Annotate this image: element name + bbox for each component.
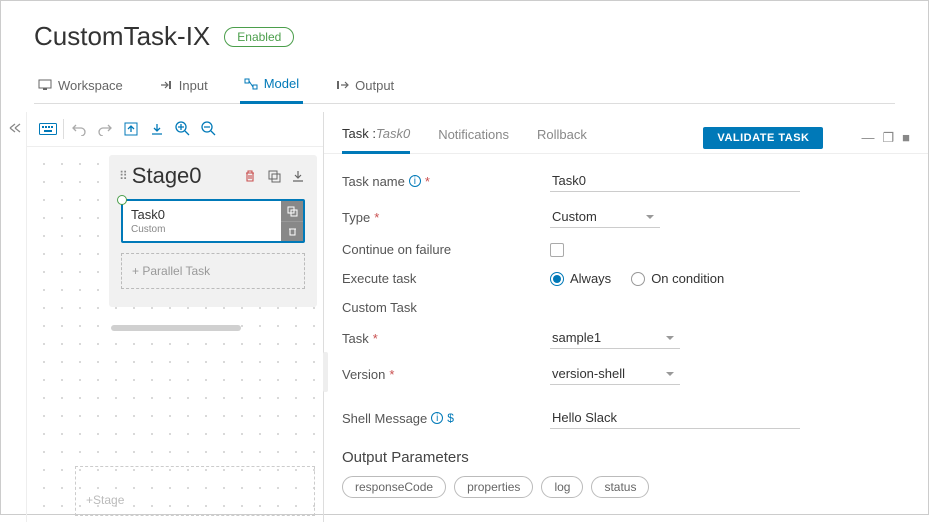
collapse-sidebar-button[interactable] bbox=[1, 112, 27, 522]
task-name-label: Task name bbox=[342, 174, 405, 189]
page-title: CustomTask-IX bbox=[34, 21, 210, 52]
task-card-type: Custom bbox=[131, 224, 273, 235]
version-label: Version bbox=[342, 367, 385, 382]
stage-block[interactable]: ⠿ Stage0 Task0 Custom bbox=[109, 155, 317, 307]
restore-panel-icon[interactable]: ❐ bbox=[882, 130, 894, 146]
panel-tab-task[interactable]: Task :Task0 bbox=[342, 122, 410, 154]
copy-stage-icon[interactable] bbox=[265, 167, 283, 185]
task-card-name: Task0 bbox=[131, 207, 273, 222]
task-select[interactable] bbox=[550, 327, 680, 349]
panel-resize-handle[interactable] bbox=[323, 352, 328, 392]
shell-message-input[interactable] bbox=[550, 407, 800, 429]
custom-task-section: Custom Task bbox=[342, 300, 910, 315]
tab-label: Model bbox=[264, 76, 299, 91]
add-stage-button[interactable]: + Stage bbox=[75, 466, 315, 516]
maximize-panel-icon[interactable]: ■ bbox=[902, 130, 910, 146]
param-pill[interactable]: status bbox=[591, 476, 649, 498]
panel-tab-notifications[interactable]: Notifications bbox=[438, 123, 509, 152]
status-badge: Enabled bbox=[224, 27, 294, 47]
delete-task-icon[interactable] bbox=[281, 221, 303, 241]
info-icon[interactable]: i bbox=[409, 175, 421, 187]
param-pill[interactable]: responseCode bbox=[342, 476, 446, 498]
add-parallel-task-button[interactable]: + Parallel Task bbox=[121, 253, 305, 289]
undo-button[interactable] bbox=[68, 118, 90, 140]
main-tabs: Workspace Input Model Output bbox=[34, 70, 895, 104]
drag-handle-icon[interactable]: ⠿ bbox=[119, 169, 126, 183]
tab-output[interactable]: Output bbox=[331, 70, 398, 104]
task-card[interactable]: Task0 Custom bbox=[121, 199, 305, 243]
properties-panel: Task :Task0 Notifications Rollback VALID… bbox=[324, 112, 928, 522]
tab-input[interactable]: Input bbox=[155, 70, 212, 104]
output-icon bbox=[335, 79, 349, 91]
input-icon bbox=[159, 79, 173, 91]
tab-workspace[interactable]: Workspace bbox=[34, 70, 127, 104]
import-button[interactable] bbox=[146, 118, 168, 140]
pipeline-canvas[interactable]: ⠿ Stage0 Task0 Custom bbox=[27, 147, 323, 522]
output-pills: responseCode properties log status bbox=[342, 476, 910, 498]
panel-tabs: Task :Task0 Notifications Rollback VALID… bbox=[324, 112, 928, 154]
stage-name: Stage0 bbox=[132, 163, 235, 189]
tab-label: Workspace bbox=[58, 78, 123, 93]
download-stage-icon[interactable] bbox=[289, 167, 307, 185]
page-header: CustomTask-IX Enabled Workspace Input Mo… bbox=[1, 1, 928, 112]
execute-label: Execute task bbox=[342, 271, 416, 286]
type-label: Type bbox=[342, 210, 370, 225]
task-name-input[interactable] bbox=[550, 170, 800, 192]
zoom-out-button[interactable] bbox=[198, 118, 220, 140]
zoom-in-button[interactable] bbox=[172, 118, 194, 140]
info-icon[interactable]: i bbox=[431, 412, 443, 424]
continue-checkbox[interactable] bbox=[550, 243, 564, 257]
task-status-dot-icon bbox=[117, 195, 127, 205]
version-select[interactable] bbox=[550, 363, 680, 385]
left-panel: ⠿ Stage0 Task0 Custom bbox=[1, 112, 324, 522]
panel-tab-rollback[interactable]: Rollback bbox=[537, 123, 587, 152]
param-pill[interactable]: properties bbox=[454, 476, 533, 498]
dollar-icon[interactable]: $ bbox=[447, 411, 454, 425]
execute-always-radio[interactable]: Always bbox=[550, 271, 611, 286]
tab-model[interactable]: Model bbox=[240, 70, 303, 104]
task-select-label: Task bbox=[342, 331, 369, 346]
output-parameters-title: Output Parameters bbox=[342, 449, 910, 466]
execute-condition-radio[interactable]: On condition bbox=[631, 271, 724, 286]
shell-message-label: Shell Message bbox=[342, 411, 427, 426]
model-icon bbox=[244, 78, 258, 90]
minimize-panel-icon[interactable]: — bbox=[861, 130, 874, 146]
redo-button[interactable] bbox=[94, 118, 116, 140]
validate-task-button[interactable]: VALIDATE TASK bbox=[703, 127, 823, 149]
workspace-icon bbox=[38, 79, 52, 91]
delete-stage-icon[interactable] bbox=[241, 167, 259, 185]
canvas-toolbar bbox=[27, 112, 323, 147]
type-select[interactable] bbox=[550, 206, 660, 228]
keyboard-icon[interactable] bbox=[37, 118, 59, 140]
task-form: Task namei * Type * Continue on failure … bbox=[324, 154, 928, 508]
tab-label: Input bbox=[179, 78, 208, 93]
export-button[interactable] bbox=[120, 118, 142, 140]
horizontal-scrollbar[interactable] bbox=[111, 325, 241, 331]
tab-label: Output bbox=[355, 78, 394, 93]
param-pill[interactable]: log bbox=[541, 476, 583, 498]
continue-label: Continue on failure bbox=[342, 242, 451, 257]
copy-task-icon[interactable] bbox=[281, 201, 303, 221]
